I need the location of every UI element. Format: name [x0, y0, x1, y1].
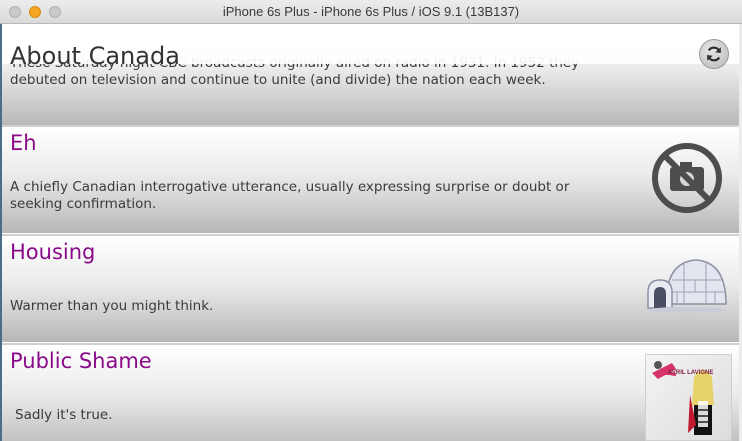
simulator-screen: These Saturday night CBC broadcasts orig…: [2, 24, 739, 441]
refresh-icon: [707, 46, 721, 62]
refresh-button[interactable]: [699, 39, 729, 69]
row-description: Sadly it's true.: [15, 407, 113, 423]
no-camera-icon: [650, 141, 724, 219]
table-row-public-shame[interactable]: Public Shame Sadly it's true. AVRIL LAVI…: [2, 343, 739, 441]
album-artist-label: AVRIL LAVIGNE: [668, 370, 714, 376]
navigation-bar: About Canada: [2, 24, 739, 70]
window-title: iPhone 6s Plus - iPhone 6s Plus / iOS 9.…: [222, 4, 520, 19]
row-description: Warmer than you might think.: [10, 298, 214, 314]
row-title: Public Shame: [10, 349, 152, 373]
window-titlebar: iPhone 6s Plus - iPhone 6s Plus / iOS 9.…: [0, 0, 742, 24]
row-description: A chiefly Canadian interrogative utteran…: [10, 179, 570, 212]
album-cover-icon: AVRIL LAVIGNE: [645, 354, 732, 441]
row-title: Housing: [10, 240, 96, 264]
row-description: debuted on television and continue to un…: [10, 72, 546, 88]
row-title: Eh: [10, 131, 37, 155]
table-row-housing[interactable]: Housing Warmer than you might think.: [2, 234, 739, 342]
table-row-eh[interactable]: Eh A chiefly Canadian interrogative utte…: [2, 125, 739, 233]
page-title: About Canada: [10, 42, 180, 70]
igloo-icon: [644, 252, 730, 320]
